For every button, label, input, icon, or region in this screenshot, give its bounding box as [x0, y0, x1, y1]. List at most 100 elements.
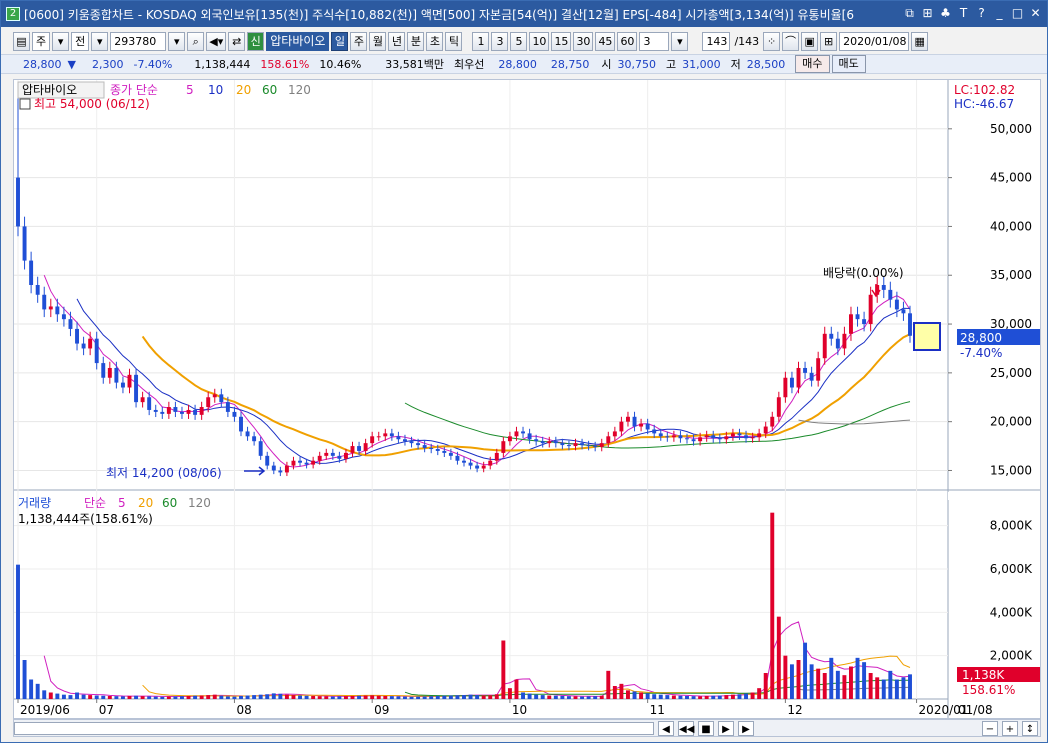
search-icon[interactable]: ⌕ — [187, 31, 205, 51]
chart-area[interactable]: 50,000 45,000 40,000 35,000 30,000 25,000 20,0… — [13, 79, 1041, 719]
volume-bar — [298, 695, 302, 699]
candle-body — [507, 436, 512, 442]
interval-button[interactable]: 10 — [529, 31, 550, 51]
interval-button[interactable]: 45 — [595, 31, 616, 51]
play-icon[interactable]: ▶ — [718, 721, 734, 736]
high-note: 최고 54,000 (06/12) — [34, 97, 150, 111]
timeframe-button[interactable]: 월 — [369, 31, 387, 51]
candle-body — [816, 358, 821, 381]
title-button-4[interactable]: ? — [974, 5, 989, 21]
title-button-0[interactable]: ⧉ — [902, 5, 917, 21]
candle-body — [776, 397, 781, 417]
volume-bar — [180, 696, 184, 699]
timeframe-button[interactable]: 초 — [426, 31, 444, 51]
volume-bar — [363, 695, 368, 699]
candle-body — [658, 433, 663, 437]
vol-ma-period-20: 20 — [138, 496, 153, 510]
candle-body — [606, 436, 611, 444]
calendar-icon[interactable]: ▦ — [911, 31, 929, 51]
interval-button[interactable]: 3 — [491, 31, 509, 51]
grid-icon[interactable]: ⊞ — [820, 31, 838, 51]
scroll-left-icon[interactable]: ◀ — [658, 721, 674, 736]
chevron-down-icon[interactable]: ▾ — [91, 31, 109, 51]
scroll-right-icon[interactable]: ▶ — [738, 721, 754, 736]
volume-bar — [193, 695, 198, 699]
volume-bar — [619, 683, 624, 699]
timeframe-button[interactable]: 일 — [331, 31, 349, 51]
speaker-icon[interactable]: ◀▾ — [206, 31, 227, 51]
title-button-2[interactable]: ♣ — [938, 5, 953, 21]
candle-body — [849, 314, 853, 334]
scroll-thumb[interactable] — [14, 722, 654, 735]
candle-body — [357, 446, 362, 451]
link-icon[interactable]: ⇄ — [228, 31, 246, 51]
chevron-down-icon[interactable]: ▾ — [52, 31, 70, 51]
count-input[interactable]: 3 — [639, 31, 670, 51]
candle-body — [120, 382, 125, 388]
step-back-icon[interactable]: ◀◀ — [678, 721, 694, 736]
chevron-down-icon[interactable]: ▾ — [168, 31, 186, 51]
timeframe-button[interactable]: 틱 — [445, 31, 463, 51]
reset-icon[interactable]: ↕ — [1022, 721, 1038, 736]
volume-bar — [685, 695, 689, 699]
title-button-7[interactable]: ✕ — [1028, 5, 1043, 21]
volume-bar — [127, 695, 132, 699]
chevron-down-icon[interactable]: ▾ — [671, 31, 689, 51]
buy-button[interactable]: 매수 — [795, 55, 830, 73]
volume-bar — [475, 695, 480, 699]
timeframe-button[interactable]: 년 — [388, 31, 406, 51]
date-input[interactable]: 2020/01/08 — [839, 31, 910, 51]
candle-body — [553, 441, 558, 444]
candle-body — [225, 402, 230, 412]
candle-body — [101, 363, 106, 378]
menu-icon[interactable]: ▤ — [13, 31, 30, 51]
price-volume-chart[interactable]: 50,000 45,000 40,000 35,000 30,000 25,000 20,0… — [14, 80, 1040, 718]
volume-bar — [547, 695, 552, 699]
volume-bar — [330, 696, 335, 699]
zoom-in-icon[interactable]: + — [1002, 721, 1018, 736]
period-select[interactable]: 주 — [32, 31, 51, 51]
title-button-1[interactable]: ⊞ — [920, 5, 935, 21]
candle-body — [822, 333, 827, 359]
candle-body — [717, 438, 722, 440]
candle-body — [475, 465, 480, 469]
range-input[interactable]: 143 — [702, 31, 731, 51]
candle-body — [573, 443, 578, 447]
interval-button[interactable]: 60 — [617, 31, 638, 51]
interval-button[interactable]: 1 — [472, 31, 490, 51]
candle-body — [501, 441, 506, 453]
volume-bar — [134, 695, 139, 699]
title-button-5[interactable]: _ — [992, 5, 1007, 21]
sell-button[interactable]: 매도 — [831, 55, 866, 73]
interval-button[interactable]: 30 — [573, 31, 594, 51]
candle-body — [180, 411, 184, 414]
market-select[interactable]: 전 — [71, 31, 90, 51]
timeframe-button[interactable]: 분 — [407, 31, 425, 51]
interval-button[interactable]: 15 — [551, 31, 572, 51]
chart-scrollbar[interactable]: ◀ ◀◀ ■ ▶ ▶ − + ↕ — [13, 719, 1041, 737]
zoom-out-icon[interactable]: − — [982, 721, 998, 736]
volume-bar — [468, 694, 473, 699]
timeframe-button[interactable]: 주 — [350, 31, 368, 51]
candle-body — [416, 443, 421, 446]
stop-icon[interactable]: ■ — [698, 721, 714, 736]
price-axis-label: 30,000 — [990, 317, 1032, 331]
volume-value-note: 1,138,444주(158.61%) — [18, 512, 153, 526]
interval-button[interactable]: 5 — [510, 31, 528, 51]
title-button-6[interactable]: □ — [1010, 5, 1025, 21]
lc-value: LC:102.82 — [954, 83, 1015, 97]
draw-icon[interactable]: ⌒ — [782, 31, 800, 51]
indicator-icon[interactable]: ⁘ — [763, 31, 781, 51]
volume-axis-label: 6,000K — [990, 562, 1033, 576]
stock-code-input[interactable]: 293780 — [110, 31, 167, 51]
price-axis-label: 25,000 — [990, 366, 1032, 380]
title-button-3[interactable]: T — [956, 5, 971, 21]
candle-body — [586, 445, 591, 447]
candle-body — [403, 439, 407, 442]
ma-period-5: 5 — [186, 83, 194, 97]
save-icon[interactable]: ▣ — [801, 31, 819, 51]
bid-price-2: 28,750 — [550, 57, 590, 71]
toolbar-main: ▤ 주 ▾ 전 ▾ 293780 ▾ ⌕ ◀▾ ⇄ 신 압타바이오 일주월년분초… — [1, 30, 1047, 52]
candle-body — [29, 260, 34, 285]
candle-body — [803, 367, 808, 373]
